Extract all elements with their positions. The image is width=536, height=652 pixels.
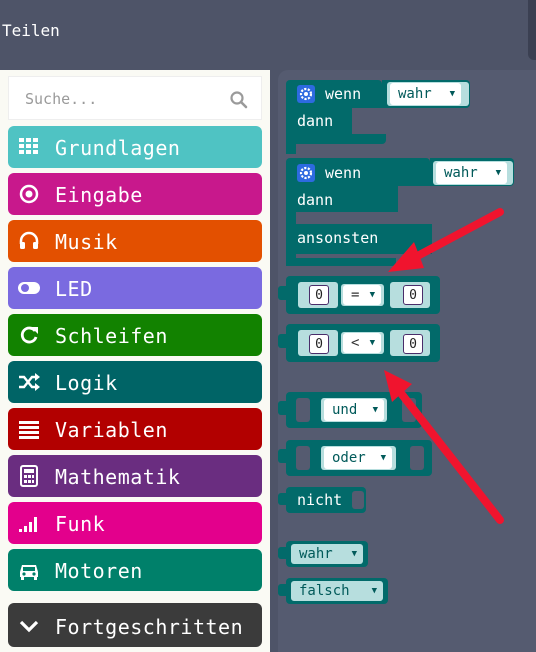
arrow-bottom [384,370,504,524]
annotation-arrows [384,208,504,524]
arrow-top [388,208,504,272]
